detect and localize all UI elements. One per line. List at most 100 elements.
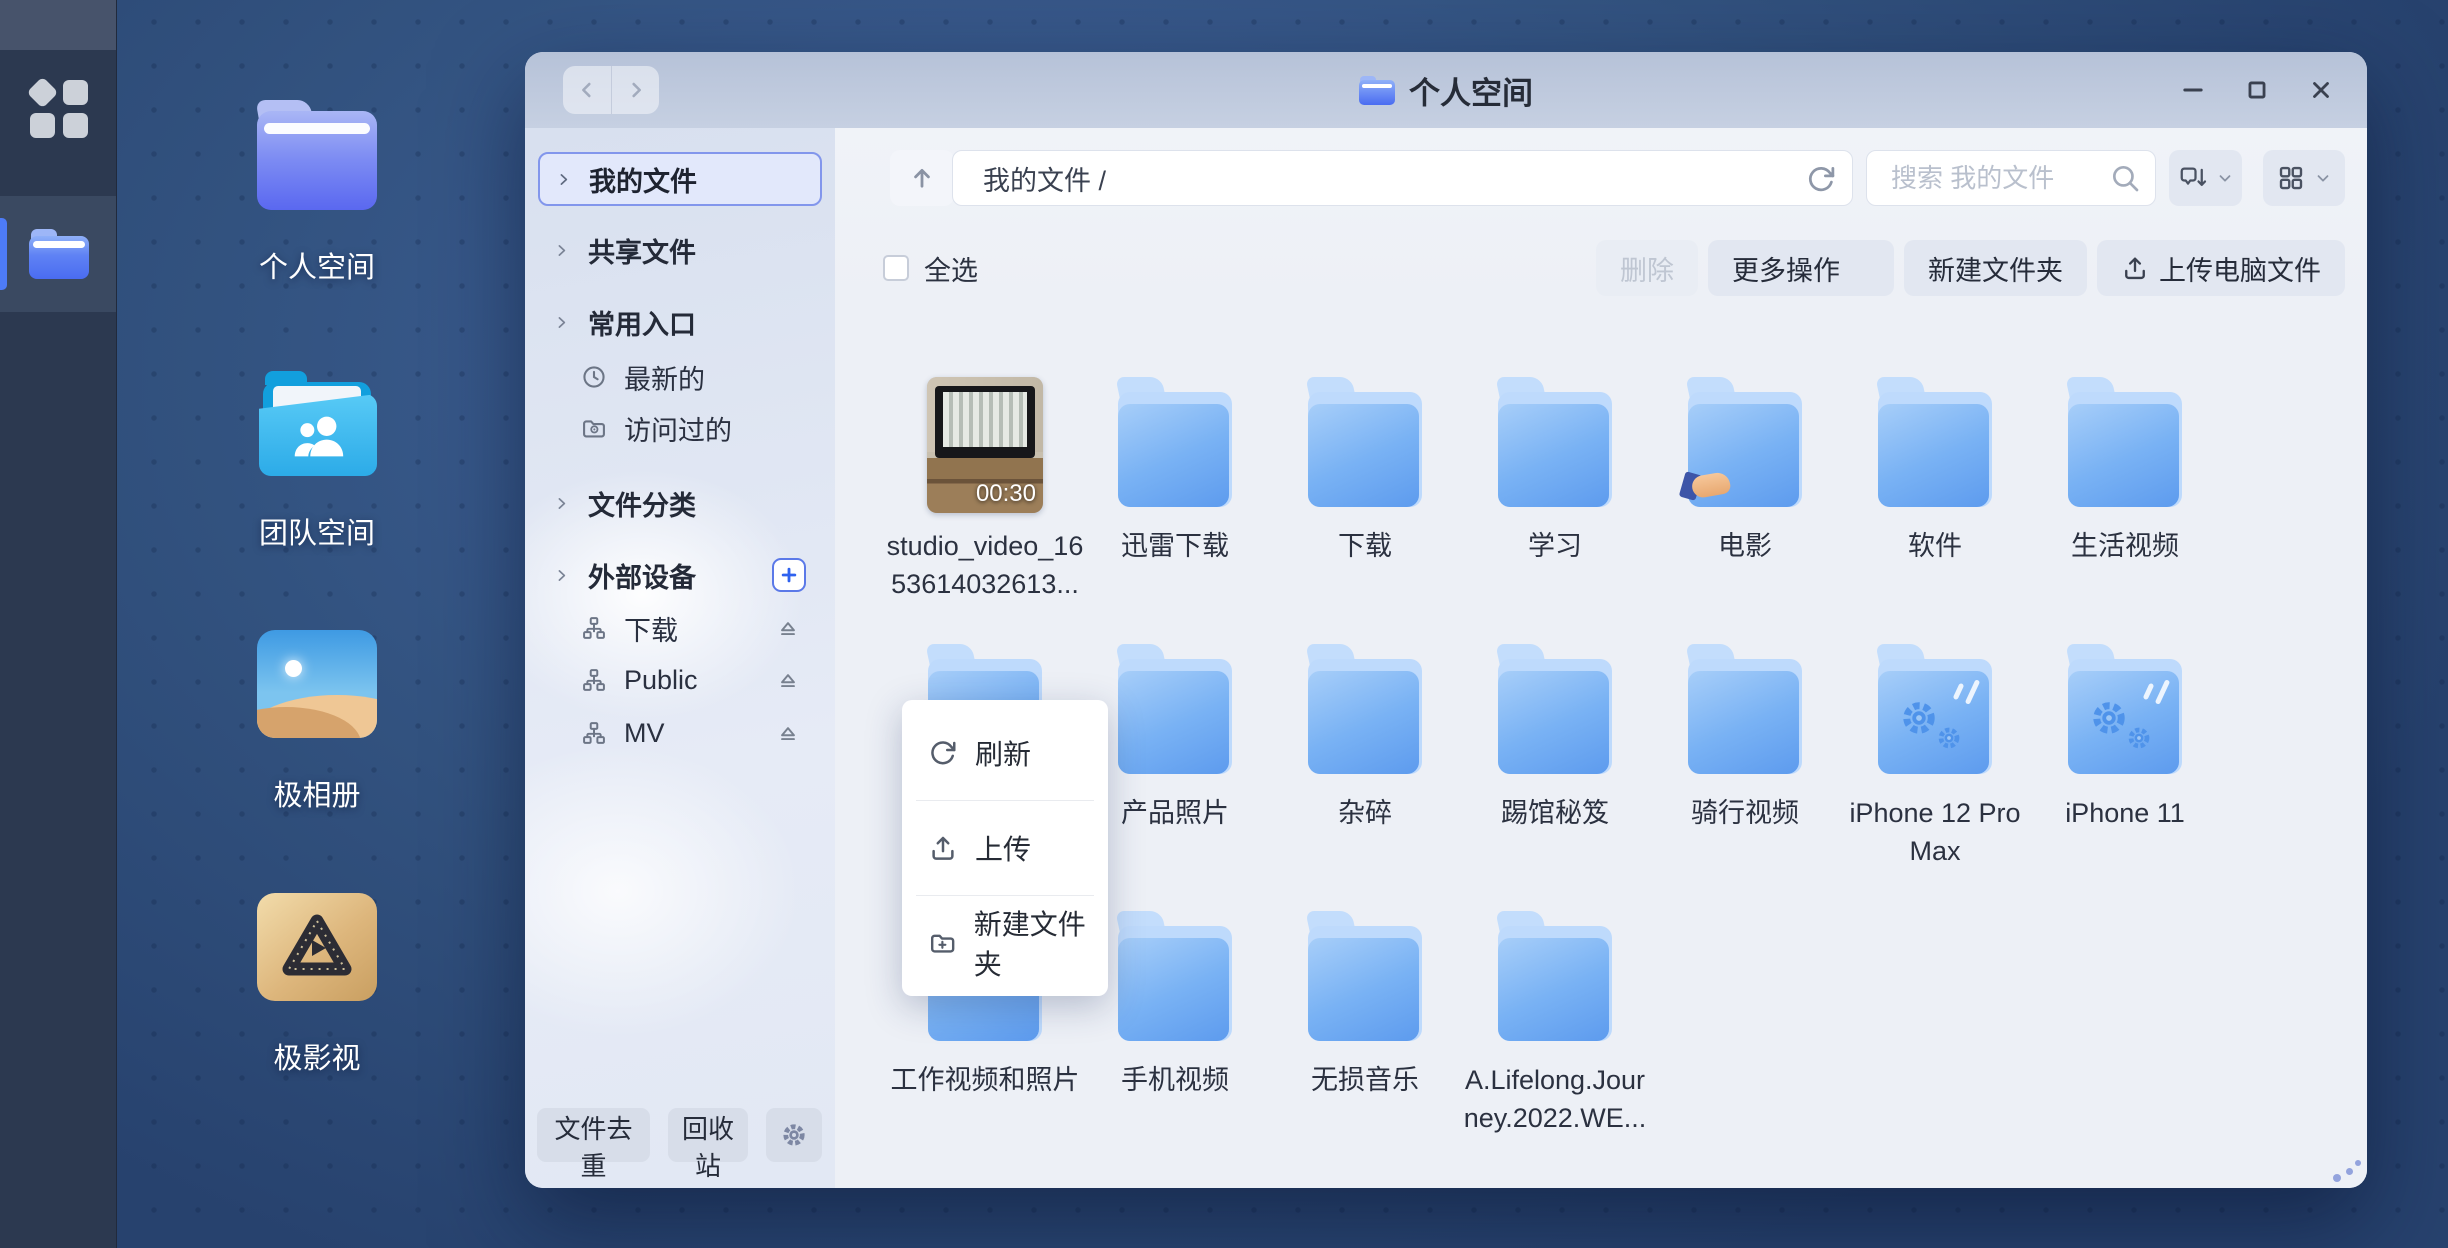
app-launcher-button[interactable]: [30, 80, 88, 138]
sidebar-item-my-files[interactable]: 我的文件: [538, 152, 822, 206]
chevron-down-icon: [2216, 169, 2234, 187]
sidebar-item-device-public[interactable]: Public: [525, 658, 835, 702]
file-item-folder[interactable]: 下载: [1270, 377, 1460, 644]
minimize-icon: [2180, 77, 2206, 103]
launcher-square-icon: [30, 113, 55, 138]
sidebar-item-shared-files[interactable]: 共享文件: [525, 228, 835, 272]
folder-icon: [1308, 377, 1422, 507]
recycle-bin-button[interactable]: 回收站: [668, 1108, 748, 1162]
folder-icon: [1308, 911, 1422, 1041]
minimize-button[interactable]: [2173, 70, 2213, 110]
shared-folder-icon: [1688, 377, 1802, 507]
chevron-left-icon: [576, 79, 598, 101]
gear-icon: [2124, 723, 2154, 753]
close-button[interactable]: [2301, 70, 2341, 110]
select-all-label: 全选: [924, 249, 978, 288]
eject-icon[interactable]: [775, 720, 801, 746]
file-item-backup-folder[interactable]: iPhone 12 Pro Max: [1840, 644, 2030, 911]
context-menu-upload[interactable]: 上传: [902, 801, 1108, 895]
photo-album-icon: [257, 630, 377, 738]
search-input[interactable]: [1889, 162, 2109, 195]
desktop-shortcut-personal-space[interactable]: 个人空间: [257, 100, 377, 286]
file-item-folder[interactable]: A.Lifelong.Jour ney.2022.WE...: [1460, 911, 1650, 1178]
address-bar[interactable]: 我的文件 /: [952, 150, 1853, 206]
plus-icon: [779, 565, 799, 585]
context-menu: 刷新 上传 新建文件夹: [902, 700, 1108, 996]
folder-icon: [1118, 644, 1232, 774]
context-menu-new-folder[interactable]: 新建文件夹: [902, 896, 1108, 990]
file-item-folder[interactable]: 无损音乐: [1270, 911, 1460, 1178]
delete-button[interactable]: 删除: [1596, 240, 1698, 296]
sidebar-item-common-entries[interactable]: 常用入口: [525, 300, 835, 344]
more-actions-button[interactable]: 更多操作: [1708, 240, 1894, 296]
file-item-folder[interactable]: 产品照片: [1080, 644, 1270, 911]
dock-top-strip: [0, 0, 116, 50]
new-folder-icon: [928, 928, 957, 958]
launcher-square-icon: [63, 80, 88, 105]
files-app-button[interactable]: [29, 229, 89, 279]
sidebar: 我的文件 共享文件 常用入口 最新的 访问过的: [525, 128, 835, 1188]
maximize-icon: [2244, 77, 2270, 103]
sidebar-item-device-mv[interactable]: MV: [525, 711, 835, 755]
new-folder-button[interactable]: 新建文件夹: [1904, 240, 2087, 296]
backup-folder-icon: [1878, 644, 1992, 774]
chevron-right-icon: [553, 314, 570, 331]
maximize-button[interactable]: [2237, 70, 2277, 110]
refresh-icon: [1806, 164, 1836, 194]
video-duration-badge: 00:30: [976, 480, 1036, 508]
upload-pc-files-button[interactable]: 上传电脑文件: [2097, 240, 2345, 296]
hand-icon: [1680, 465, 1734, 499]
chevron-right-icon: [553, 567, 570, 584]
sidebar-item-file-categories[interactable]: 文件分类: [525, 481, 835, 525]
desktop-shortcut-photo-album[interactable]: 极相册: [257, 630, 377, 814]
sidebar-item-device-download[interactable]: 下载: [525, 606, 835, 650]
context-menu-refresh[interactable]: 刷新: [902, 706, 1108, 800]
nav-buttons: [563, 66, 659, 114]
file-item-folder[interactable]: 骑行视频: [1650, 644, 1840, 911]
eject-icon[interactable]: [775, 667, 801, 693]
dock: [0, 0, 117, 1248]
folder-icon: [1498, 377, 1612, 507]
titlebar[interactable]: 个人空间: [525, 52, 2367, 128]
search-icon[interactable]: [2109, 162, 2141, 194]
file-item-folder[interactable]: 踢馆秘笈: [1460, 644, 1650, 911]
people-icon: [287, 409, 349, 461]
file-item-folder[interactable]: 迅雷下载: [1080, 377, 1270, 644]
launcher-diamond-icon: [27, 77, 59, 109]
up-directory-button[interactable]: [890, 150, 954, 206]
file-item-folder[interactable]: 学习: [1460, 377, 1650, 644]
folder-icon: [1498, 644, 1612, 774]
refresh-button[interactable]: [1800, 158, 1842, 200]
folder-icon: [1688, 644, 1802, 774]
shortcut-label: 极相册: [217, 772, 417, 814]
back-button[interactable]: [563, 66, 611, 114]
settings-button[interactable]: [766, 1108, 822, 1162]
active-app-indicator: [0, 218, 7, 290]
file-item-folder[interactable]: 生活视频: [2030, 377, 2220, 644]
desktop: 个人空间 团队空间 极相册 极影视 个人空间: [0, 0, 2448, 1248]
sidebar-item-visited[interactable]: 访问过的: [525, 406, 835, 450]
file-item-shared-folder[interactable]: 电影: [1650, 377, 1840, 644]
desktop-shortcut-movies[interactable]: 极影视: [257, 893, 377, 1077]
file-item-folder[interactable]: 软件: [1840, 377, 2030, 644]
close-icon: [2308, 77, 2334, 103]
select-all-checkbox[interactable]: [883, 255, 909, 281]
sidebar-item-recent[interactable]: 最新的: [525, 355, 835, 399]
team-space-folder-icon: [257, 368, 377, 476]
eject-icon[interactable]: [775, 615, 801, 641]
window-title-group: 个人空间: [525, 52, 2367, 128]
dedupe-button[interactable]: 文件去重: [537, 1108, 650, 1162]
chevron-down-icon: [1850, 258, 1870, 278]
forward-button[interactable]: [611, 66, 659, 114]
file-item-folder[interactable]: 杂碎: [1270, 644, 1460, 911]
add-device-button[interactable]: [772, 558, 806, 592]
network-device-icon: [580, 614, 608, 642]
file-item-folder[interactable]: 手机视频: [1080, 911, 1270, 1178]
backup-folder-icon: [2068, 644, 2182, 774]
desktop-shortcut-team-space[interactable]: 团队空间: [257, 368, 377, 552]
view-mode-button[interactable]: [2263, 150, 2345, 206]
file-item-video[interactable]: 00:30 studio_video_16 53614032613...: [890, 377, 1080, 644]
chevron-right-icon: [553, 242, 570, 259]
file-item-backup-folder[interactable]: iPhone 11: [2030, 644, 2220, 911]
sort-button[interactable]: [2169, 150, 2242, 206]
